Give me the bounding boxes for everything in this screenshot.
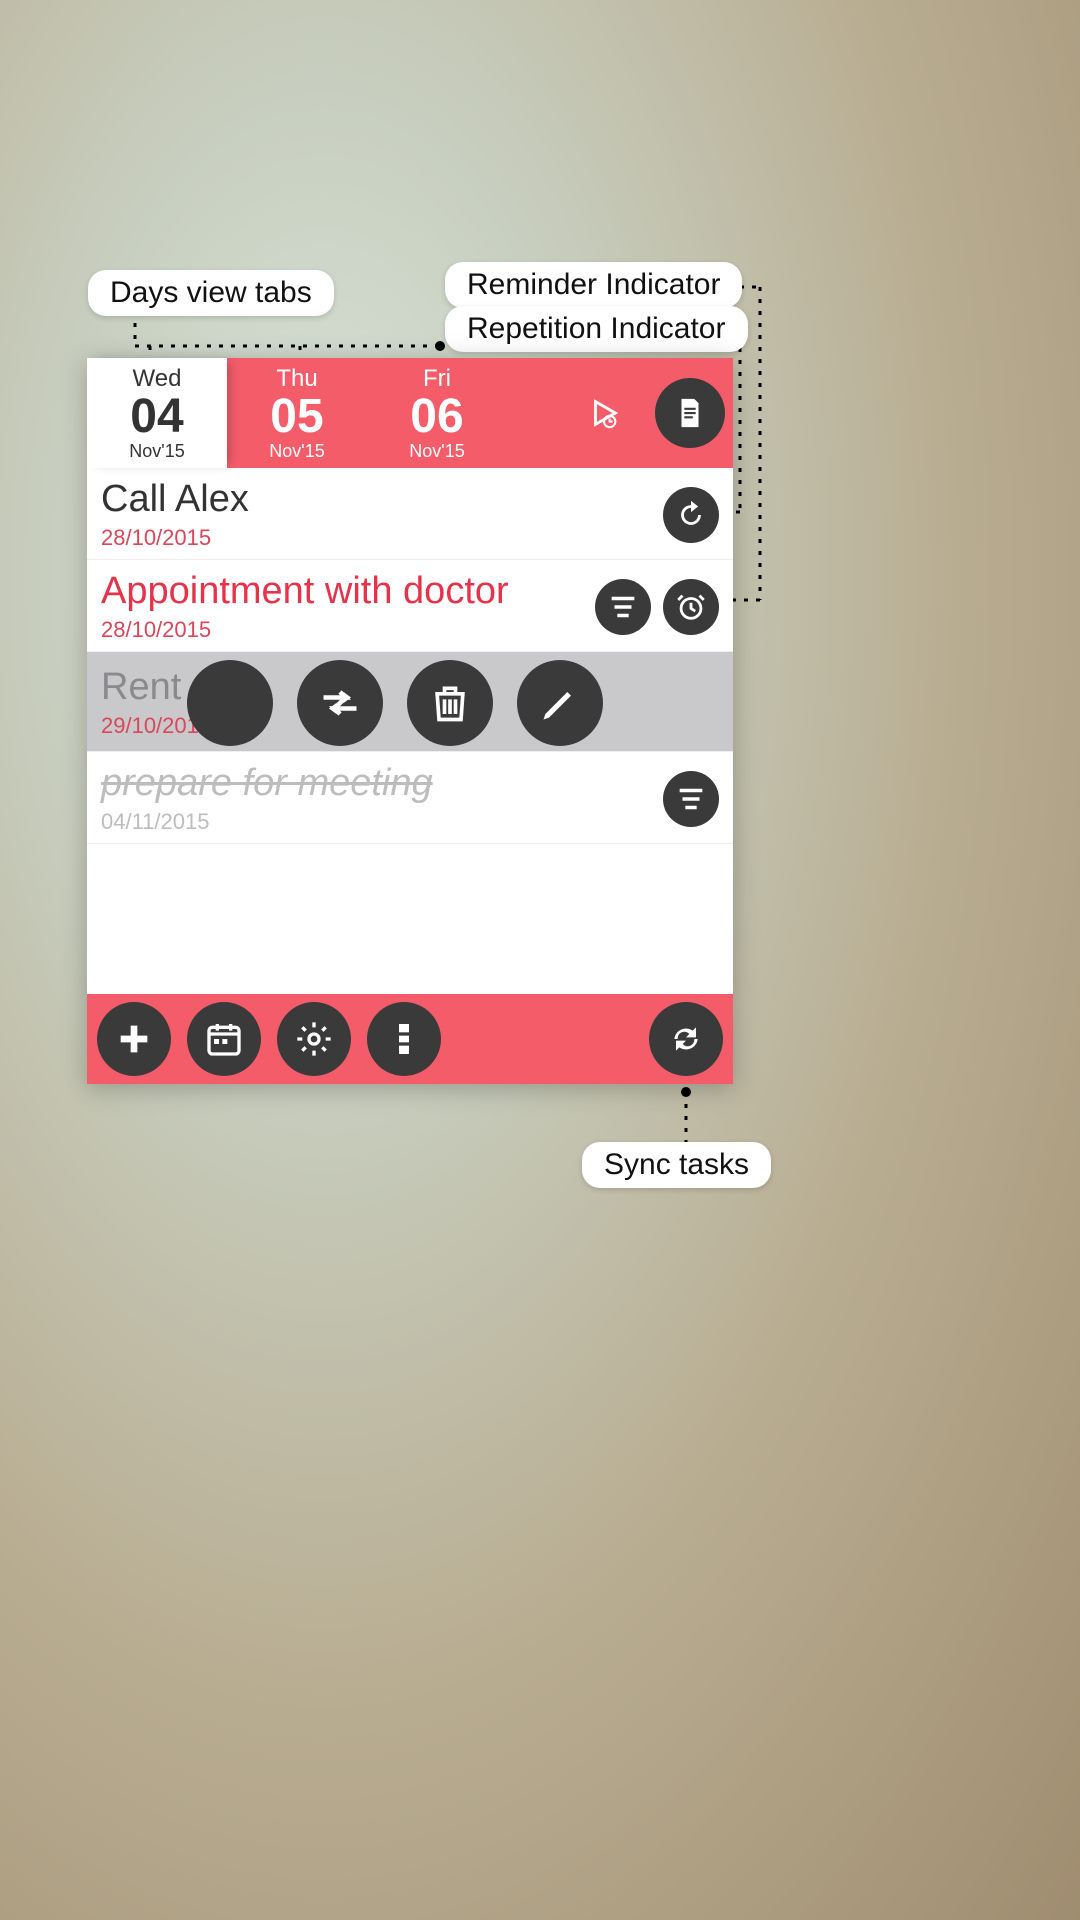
day-tab-monyr: Nov'15: [269, 441, 324, 462]
empty-space: [87, 844, 733, 994]
reorder-button[interactable]: [367, 1002, 441, 1076]
day-tab-day: 06: [410, 393, 463, 441]
day-tab-1[interactable]: Thu 05 Nov'15: [227, 358, 367, 468]
priority-icon[interactable]: [663, 771, 719, 827]
sync-button[interactable]: [649, 1002, 723, 1076]
day-tab-dow: Wed: [133, 365, 182, 393]
notes-button[interactable]: [655, 378, 725, 448]
task-date: 28/10/2015: [101, 617, 583, 643]
task-title: prepare for meeting: [101, 762, 651, 805]
task-date: 04/11/2015: [101, 809, 651, 835]
days-tabs: Wed 04 Nov'15 Thu 05 Nov'15 Fri 06 Nov'1…: [87, 358, 733, 468]
day-tab-day: 05: [270, 393, 323, 441]
calendar-button[interactable]: [187, 1002, 261, 1076]
move-button[interactable]: [297, 660, 383, 746]
edit-button[interactable]: [517, 660, 603, 746]
callout-days-tabs: Days view tabs: [88, 270, 334, 316]
reminder-icon[interactable]: [663, 579, 719, 635]
settings-button[interactable]: [277, 1002, 351, 1076]
delete-button[interactable]: [407, 660, 493, 746]
task-date: 28/10/2015: [101, 525, 651, 551]
task-row[interactable]: Appointment with doctor 28/10/2015: [87, 560, 733, 652]
day-tab-2[interactable]: Fri 06 Nov'15: [367, 358, 507, 468]
task-title: Call Alex: [101, 478, 651, 521]
day-tab-dow: Thu: [276, 365, 317, 393]
callout-sync: Sync tasks: [582, 1142, 771, 1188]
day-tab-0[interactable]: Wed 04 Nov'15: [87, 358, 227, 468]
task-row[interactable]: Call Alex 28/10/2015: [87, 468, 733, 560]
day-tab-monyr: Nov'15: [409, 441, 464, 462]
play-history-icon[interactable]: [569, 378, 639, 448]
add-button[interactable]: [97, 1002, 171, 1076]
task-row-done[interactable]: prepare for meeting 04/11/2015: [87, 752, 733, 844]
callout-repetition: Repetition Indicator: [445, 306, 748, 352]
repetition-icon[interactable]: [663, 487, 719, 543]
action-button-blank[interactable]: [187, 660, 273, 746]
day-tab-dow: Fri: [423, 365, 451, 393]
task-row-selected[interactable]: Rent 29/10/2015: [87, 652, 733, 752]
bottom-toolbar: [87, 994, 733, 1084]
day-tab-day: 04: [130, 393, 183, 441]
priority-icon[interactable]: [595, 579, 651, 635]
app-card: Wed 04 Nov'15 Thu 05 Nov'15 Fri 06 Nov'1…: [87, 358, 733, 1084]
task-actions: [187, 660, 603, 746]
callout-reminder: Reminder Indicator: [445, 262, 742, 308]
task-title: Appointment with doctor: [101, 570, 583, 613]
day-tab-monyr: Nov'15: [129, 441, 184, 462]
